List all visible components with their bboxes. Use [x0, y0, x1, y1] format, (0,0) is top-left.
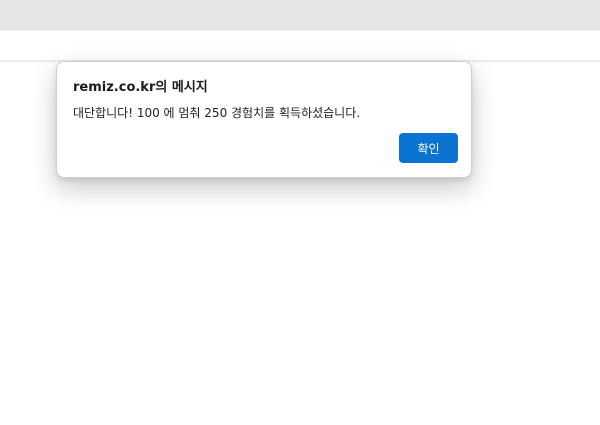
dialog-title: remiz.co.kr의 메시지	[73, 80, 208, 95]
browser-window: remiz.co.kr의 메시지 대단합니다! 100 에 멈춰 250 경험치…	[0, 0, 600, 425]
ok-button[interactable]: 확인	[399, 133, 458, 163]
browser-tab-strip	[0, 0, 600, 30]
dialog-message: 대단합니다! 100 에 멈춰 250 경험치를 획득하셨습니다.	[73, 106, 361, 120]
browser-toolbar	[0, 30, 600, 62]
alert-dialog: remiz.co.kr의 메시지 대단합니다! 100 에 멈춰 250 경험치…	[56, 61, 472, 178]
